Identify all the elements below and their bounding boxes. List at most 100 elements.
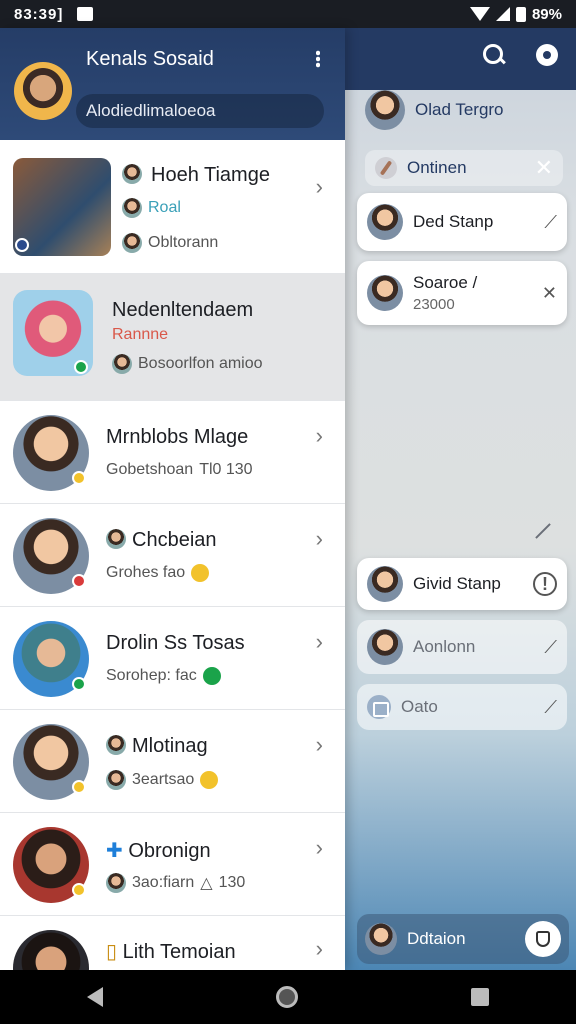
card-label: Aonlonn <box>413 637 476 656</box>
status-time: 83:39] <box>14 5 64 23</box>
card-label: Soaroe / <box>413 273 478 292</box>
tag-icon: ▯ <box>106 941 118 963</box>
drawer-header: Kenals Sosaid Alodiedlimaloeoa <box>0 28 345 140</box>
wifi-icon <box>469 7 490 21</box>
more-icon[interactable] <box>316 50 320 68</box>
emoji-icon <box>200 771 219 789</box>
bottom-label: Ddtaion <box>407 929 466 948</box>
back-icon[interactable] <box>86 987 103 1007</box>
battery-level: 89% <box>531 5 562 23</box>
chevron-right-icon[interactable]: › <box>316 174 323 200</box>
edit-icon[interactable]: ⟋ <box>544 697 557 718</box>
status-badge <box>72 471 86 485</box>
item-sub: Gobetshoan Tl0 130 <box>106 461 253 478</box>
list-item[interactable]: ▯ Lith Temoian › <box>0 916 345 970</box>
status-dot-icon <box>202 667 221 685</box>
bag-icon <box>367 695 391 719</box>
edit-icon[interactable]: ⟋ <box>544 212 557 233</box>
chevron-right-icon[interactable]: › <box>316 732 323 758</box>
item-name: ✚ Obronign <box>106 840 211 862</box>
list-item[interactable]: Nedenltendaem Rannne Bosoorlfon amioo <box>0 274 345 401</box>
badge-icon <box>15 238 29 252</box>
pencil-icon[interactable] <box>535 523 551 539</box>
chevron-right-icon[interactable]: › <box>316 423 323 449</box>
list-item[interactable]: ✚ Obronign 3ao:fiarn △ 130 › <box>0 813 345 916</box>
gear-icon[interactable] <box>536 44 558 66</box>
list-item[interactable]: Mrnblobs Mlage Gobetshoan Tl0 130 › <box>0 401 345 504</box>
avatar <box>367 566 403 602</box>
chevron-right-icon[interactable]: › <box>316 835 323 861</box>
feather-icon <box>375 157 397 179</box>
right-toolbar <box>345 28 576 90</box>
item-sub: 3eartsao <box>106 770 219 790</box>
avatar <box>106 529 126 549</box>
card-aonlonn[interactable]: Aonlonn ⟋ <box>357 620 567 674</box>
item-name: Drolin Ss Tosas <box>106 632 245 654</box>
card-givid-stanp[interactable]: Givid Stanp ! <box>357 558 567 610</box>
signal-icon <box>495 7 510 21</box>
emoji-icon <box>191 564 210 582</box>
plus-icon: ✚ <box>106 840 123 862</box>
item-name: Mrnblobs Mlage <box>106 426 249 448</box>
avatar <box>106 873 126 893</box>
info-icon[interactable]: ! <box>533 572 557 596</box>
item-name: ▯ Lith Temoian <box>106 941 236 963</box>
item-name: Mlotinag <box>132 735 208 757</box>
status-right: 89% <box>469 5 562 23</box>
item-sub: Sorohep: fac <box>106 667 221 685</box>
battery-icon <box>515 6 526 22</box>
right-panel: Olad Tergro Ontinen ✕ Ded Stanp ⟋ Soaroe… <box>345 28 576 970</box>
avatar <box>13 930 89 970</box>
recents-icon[interactable] <box>471 988 490 1006</box>
list-item[interactable]: Chcbeian Grohes fao › <box>0 504 345 607</box>
card-soaroe[interactable]: Soaroe / 23000 ✕ <box>357 261 567 325</box>
avatar <box>367 204 403 240</box>
search-icon[interactable] <box>483 44 505 66</box>
close-icon[interactable]: ✕ <box>542 283 557 304</box>
bottom-chip[interactable]: Ddtaion <box>357 914 569 964</box>
online-badge <box>74 360 88 374</box>
drawer-title: Kenals Sosaid <box>86 48 214 70</box>
avatar <box>122 198 142 218</box>
status-badge <box>72 780 86 794</box>
item-name: Chcbeian <box>132 529 217 551</box>
item-tag: Rannne <box>112 326 169 343</box>
online-badge <box>72 677 86 691</box>
item-sub: Roal <box>122 198 181 218</box>
list-item[interactable]: Drolin Ss Tosas Sorohep: fac › <box>0 607 345 710</box>
avatar <box>367 629 403 665</box>
system-nav-bar <box>0 970 576 1024</box>
avatar <box>365 90 405 130</box>
list-item[interactable]: Mlotinag 3eartsao › <box>0 710 345 813</box>
list-item[interactable]: Hoeh Tiamge Roal Obltorann › <box>0 140 345 274</box>
item-sub: 3ao:fiarn △ 130 <box>106 873 245 893</box>
chevron-right-icon[interactable]: › <box>316 526 323 552</box>
search-input[interactable]: Alodiedlimaloeoa <box>76 94 324 128</box>
profile-avatar[interactable] <box>14 62 72 120</box>
home-icon[interactable] <box>275 986 298 1008</box>
warning-icon: △ <box>200 875 213 892</box>
avatar <box>367 275 403 311</box>
close-icon[interactable]: ✕ <box>535 155 553 181</box>
status-badge <box>72 883 86 897</box>
card-sub: 23000 <box>413 296 455 313</box>
avatar <box>112 354 132 374</box>
filter-chip[interactable]: Ontinen ✕ <box>365 150 563 186</box>
shield-button[interactable] <box>525 921 561 957</box>
avatar <box>122 233 142 253</box>
avatar <box>106 770 126 790</box>
chevron-right-icon[interactable]: › <box>316 629 323 655</box>
shield-icon <box>536 931 550 947</box>
avatar <box>122 164 142 184</box>
chevron-right-icon[interactable]: › <box>316 936 323 962</box>
filter-label: Ontinen <box>407 158 467 177</box>
card-label: Ded Stanp <box>413 212 494 231</box>
edit-icon[interactable]: ⟋ <box>544 637 557 658</box>
right-user-name: Olad Tergro <box>415 100 504 119</box>
item-sub: Bosoorlfon amioo <box>112 354 263 374</box>
card-ded-stanp[interactable]: Ded Stanp ⟋ <box>357 193 567 251</box>
item-name: Hoeh Tiamge <box>151 164 270 186</box>
status-badge <box>72 574 86 588</box>
right-user[interactable]: Olad Tergro <box>365 90 504 130</box>
card-oato[interactable]: Oato ⟋ <box>357 684 567 730</box>
